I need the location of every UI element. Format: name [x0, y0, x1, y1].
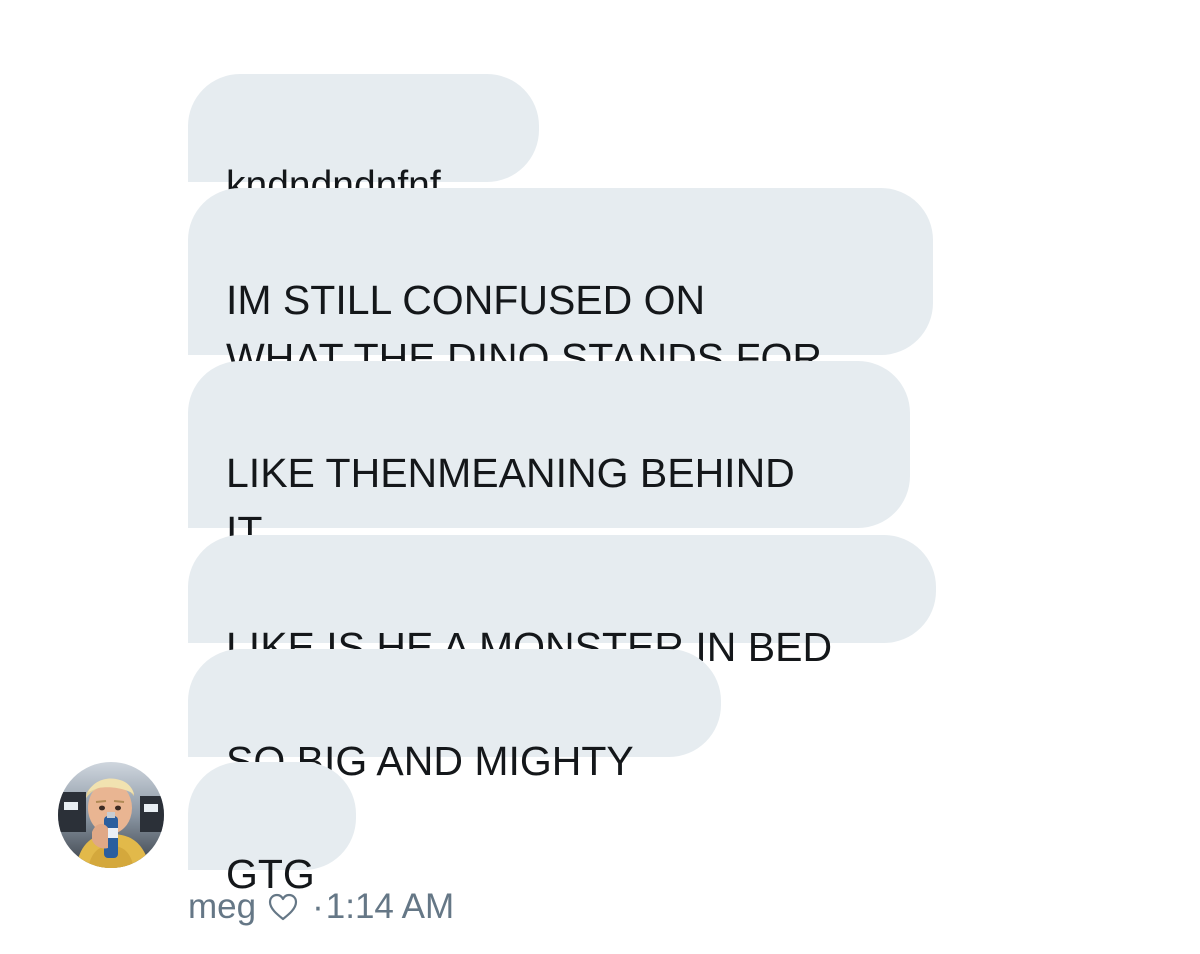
avatar-photo	[58, 762, 164, 868]
message-bubble[interactable]: IM STILL CONFUSED ON WHAT THE DINO STAND…	[188, 188, 933, 381]
message-bubble[interactable]: LIKE THENMEANING BEHIND IT	[188, 361, 910, 554]
message-meta: meg · 1:14 AM	[188, 884, 454, 930]
dm-thread: kndndndnfnf IM STILL CONFUSED ON WHAT TH…	[0, 0, 1200, 954]
message-timestamp: 1:14 AM	[325, 887, 455, 926]
message-bubble[interactable]: GTG	[188, 762, 356, 897]
message-bubble[interactable]: SO BIG AND MIGHTY	[188, 649, 721, 784]
message-bubble[interactable]: kndndndnfnf	[188, 74, 539, 207]
message-bubble[interactable]: LIKE IS HE A MONSTER IN BED	[188, 535, 936, 670]
sender-name: meg	[188, 887, 257, 926]
sender-avatar[interactable]	[58, 762, 164, 868]
separator-dot: ·	[312, 887, 324, 926]
heart-outline-icon[interactable]	[266, 890, 300, 924]
